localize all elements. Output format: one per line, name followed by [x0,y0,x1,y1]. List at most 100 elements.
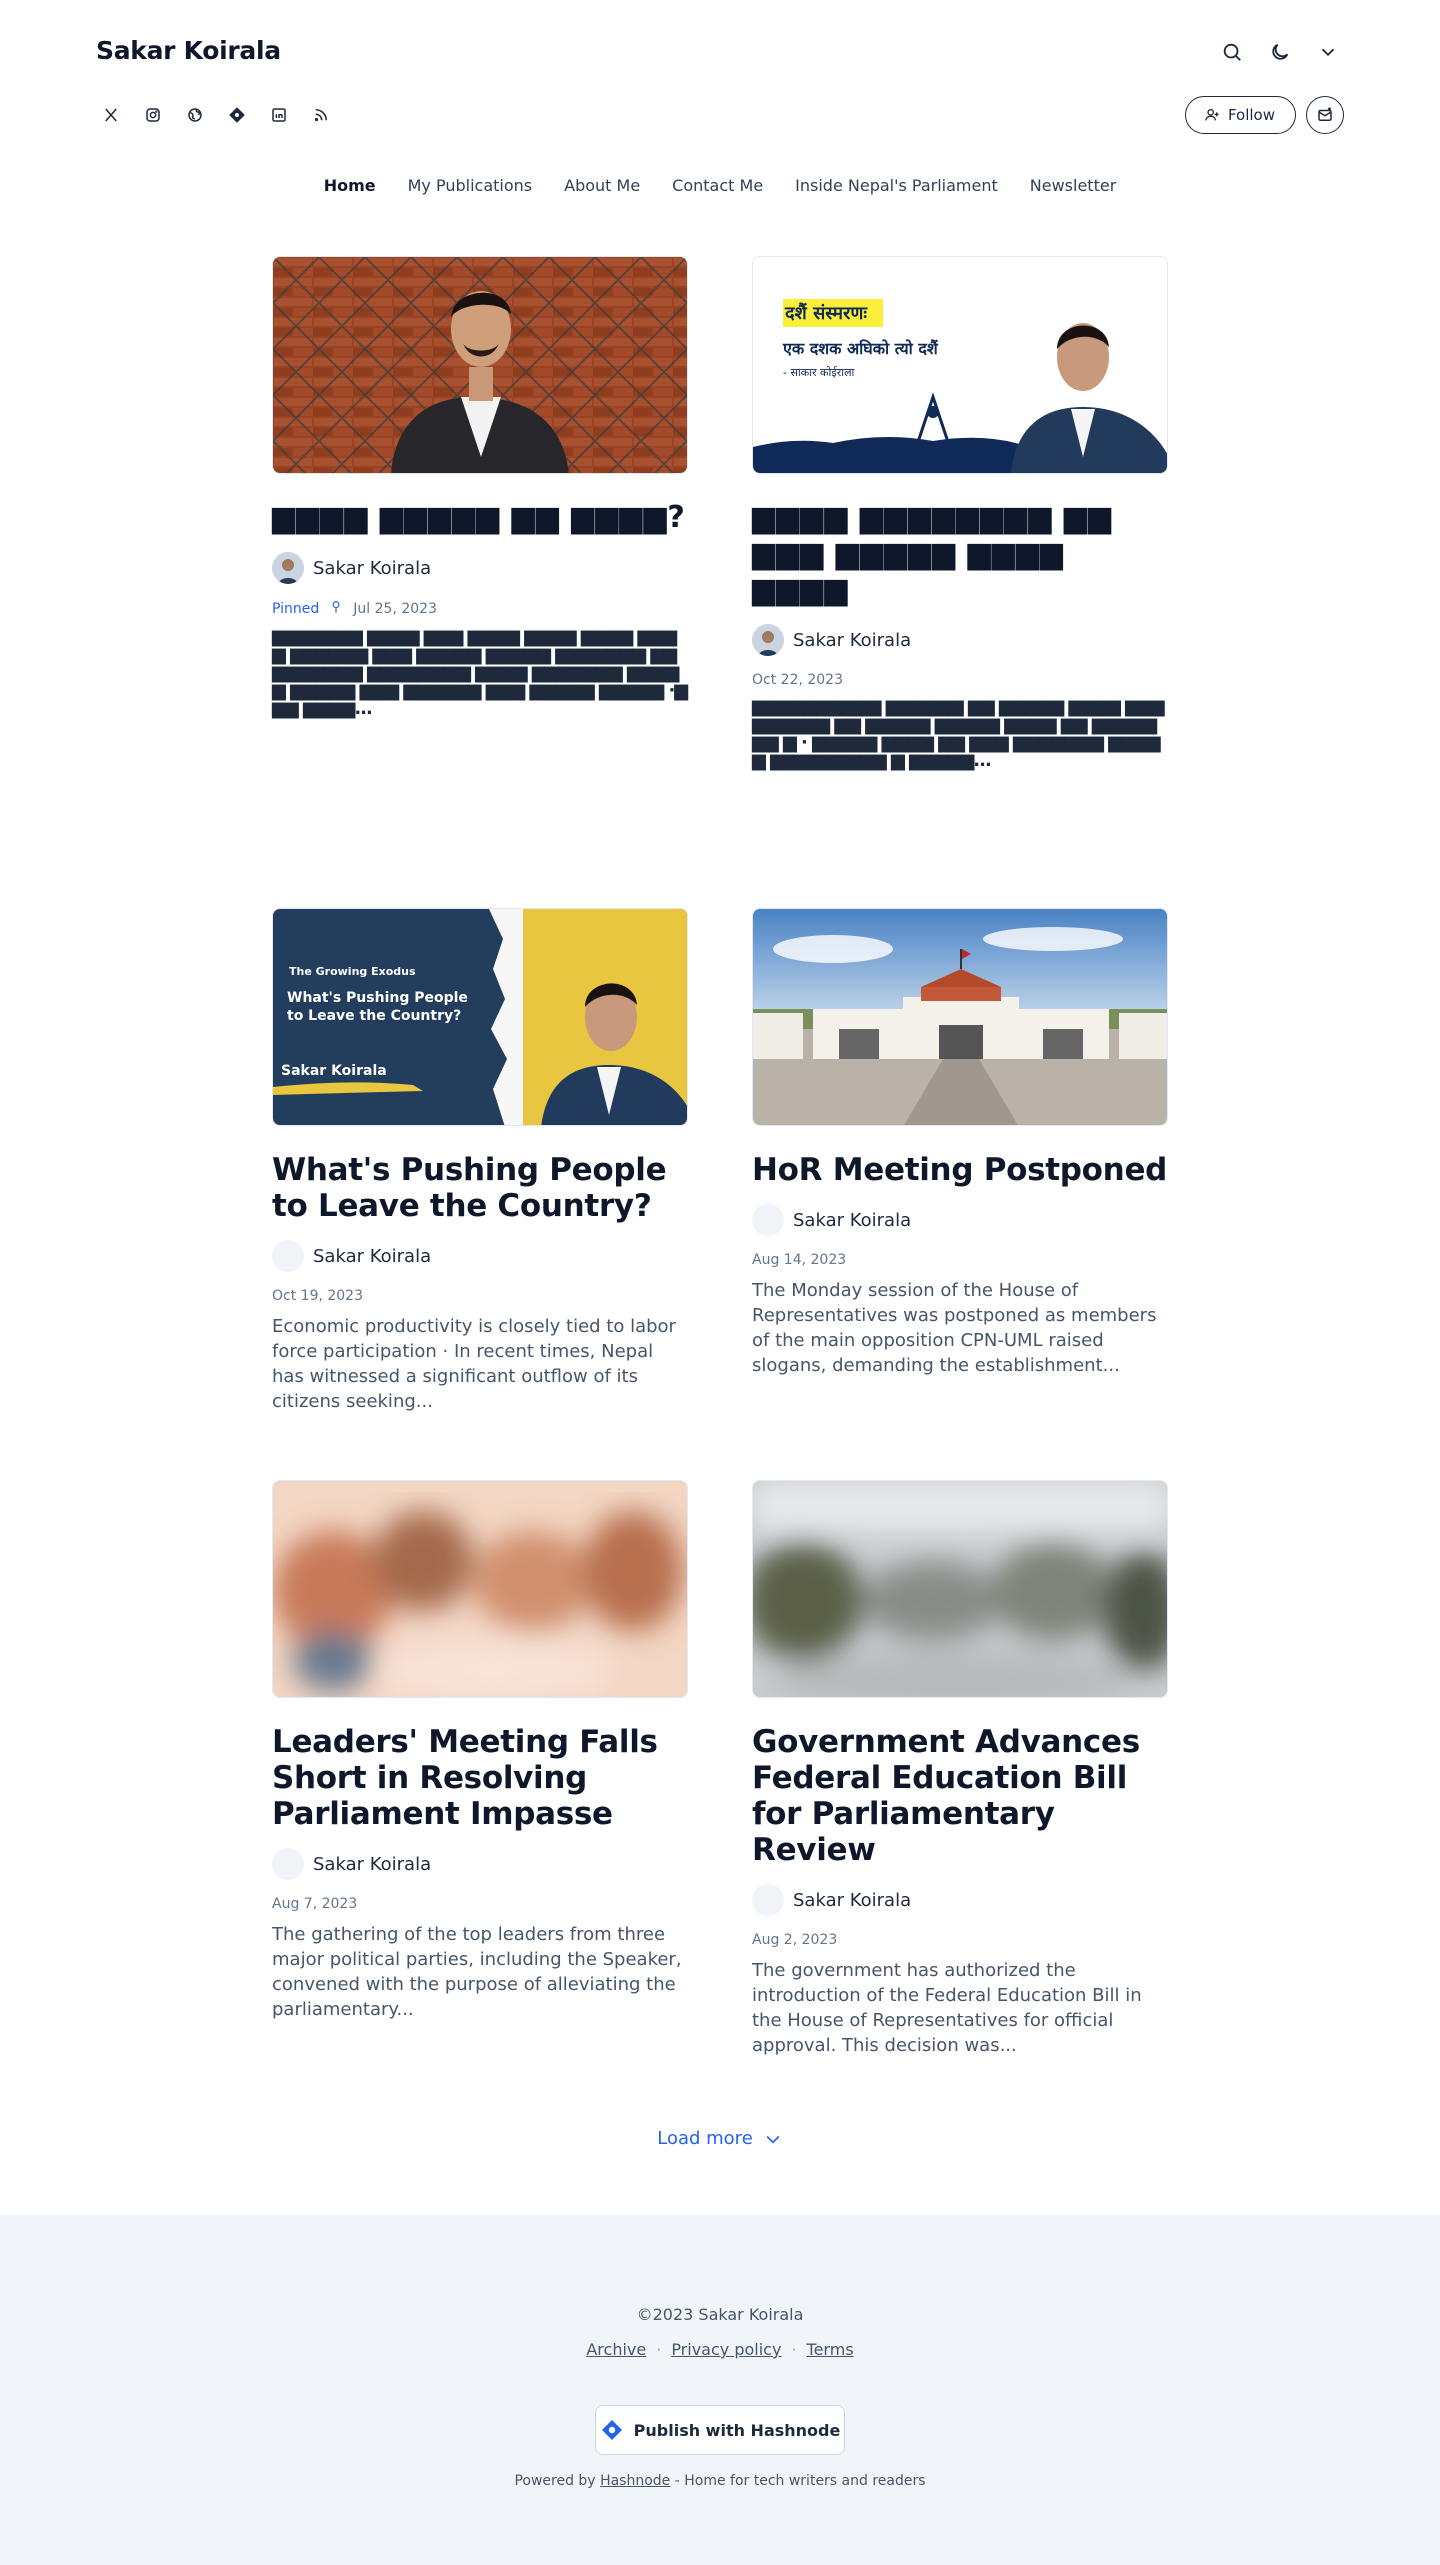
search-icon[interactable] [1216,36,1248,68]
post-title[interactable]: Government Advances Federal Education Bi… [752,1724,1168,1868]
user-plus-icon [1205,109,1219,121]
post-date: Oct 19, 2023 [272,1288,363,1304]
footer-link-terms[interactable]: Terms [807,2340,854,2359]
post-meta: Aug 14, 2023 [752,1252,1168,1268]
load-more-label: Load more [657,2128,753,2149]
post-author: Sakar Koirala [752,1204,1168,1236]
footer-link-archive[interactable]: Archive [586,2340,646,2359]
site-title[interactable]: Sakar Koirala [96,36,281,65]
x-icon[interactable] [96,100,126,130]
post-author: Sakar Koirala [752,1884,1168,1916]
post-card: HoR Meeting Postponed Sakar Koirala Aug … [752,908,1168,1418]
post-date: Aug 2, 2023 [752,1932,838,1948]
post-grid: ▆▆▆▆ ▆▆▆▆▆ ▆▆ ▆▆▆▆? Sakar Koirala Pinned… [272,256,1168,2120]
copyright: ©2023 Sakar Koirala [636,2305,804,2324]
author-name[interactable]: Sakar Koirala [313,558,431,579]
author-name[interactable]: Sakar Koirala [793,1210,911,1231]
thumb-name: Sakar Koirala [281,1063,387,1079]
post-meta: Aug 2, 2023 [752,1932,1168,1948]
site-header: Sakar Koirala Follow Home My Publication… [0,0,1440,210]
header-actions: Follow [1184,96,1344,134]
load-more-button[interactable]: Load more [0,2128,1440,2149]
chevron-down-icon [766,2135,780,2144]
post-excerpt[interactable]: The gathering of the top leaders from th… [272,1922,688,2022]
separator: · [791,2340,797,2359]
post-author: Sakar Koirala [272,1848,688,1880]
nav-home[interactable]: Home [324,176,376,195]
thumb-headline: What's Pushing People to Leave the Count… [287,990,468,1024]
post-title[interactable]: HoR Meeting Postponed [752,1152,1168,1188]
thumb-heading: दशैं संस्मरणः [785,303,868,324]
post-excerpt[interactable]: ▆▆▆▆▆▆▆▆▆▆ ▆▆▆▆▆▆ ▆▆ ▆▆▆▆▆ ▆▆▆▆ ▆▆▆ ▆▆▆▆… [752,698,1168,770]
post-card: The Growing Exodus What's Pushing People… [272,908,688,1418]
post-cover-image[interactable]: दशैं संस्मरणः एक दशक अघिको त्यो दशैं - स… [752,256,1168,474]
post-excerpt[interactable]: ▆▆▆▆▆▆▆ ▆▆▆▆ ▆▆▆ ▆▆▆▆ ▆▆▆▆ ▆▆▆▆ ▆▆▆▆ ▆▆▆… [272,628,688,718]
post-cover-image[interactable] [752,1480,1168,1698]
post-cover-image[interactable]: The Growing Exodus What's Pushing People… [272,908,688,1126]
post-meta: Pinned Jul 25, 2023 [272,600,688,618]
post-title[interactable]: ▆▆▆▆ ▆▆▆▆▆▆▆▆ ▆▆ ▆▆▆ ▆▆▆▆▆ ▆▆▆▆ ▆▆▆▆ [752,500,1168,608]
chevron-down-icon[interactable] [1312,36,1344,68]
hashnode-icon[interactable] [222,100,252,130]
post-cover-image[interactable] [272,256,688,474]
post-card: दशैं संस्मरणः एक दशक अघिको त्यो दशैं - स… [752,256,1168,846]
site-footer: ©2023 Sakar Koirala Archive · Privacy po… [0,2215,1440,2565]
nav-about-me[interactable]: About Me [564,176,640,195]
author-name[interactable]: Sakar Koirala [313,1854,431,1875]
post-title[interactable]: What's Pushing People to Leave the Count… [272,1152,688,1224]
post-author: Sakar Koirala [272,1240,688,1272]
publish-with-hashnode-button[interactable]: Publish with Hashnode [595,2405,845,2455]
instagram-icon[interactable] [138,100,168,130]
post-date: Aug 14, 2023 [752,1252,847,1268]
post-excerpt[interactable]: The Monday session of the House of Repre… [752,1278,1168,1378]
moon-icon[interactable] [1264,36,1296,68]
post-card: Government Advances Federal Education Bi… [752,1480,1168,2058]
nav-contact-me[interactable]: Contact Me [672,176,763,195]
avatar[interactable] [272,552,304,584]
author-name[interactable]: Sakar Koirala [793,1890,911,1911]
hashnode-icon [601,2420,622,2440]
globe-icon[interactable] [180,100,210,130]
publish-label: Publish with Hashnode [633,2420,841,2440]
post-meta: Oct 22, 2023 [752,672,1168,688]
post-cover-image[interactable] [272,1480,688,1698]
post-card: ▆▆▆▆ ▆▆▆▆▆ ▆▆ ▆▆▆▆? Sakar Koirala Pinned… [272,256,688,846]
post-date: Jul 25, 2023 [353,601,437,617]
footer-link-privacy-policy[interactable]: Privacy policy [671,2340,781,2359]
nav-newsletter[interactable]: Newsletter [1030,176,1117,195]
newsletter-mail-button[interactable] [1306,96,1344,134]
post-excerpt[interactable]: Economic productivity is closely tied to… [272,1314,688,1414]
powered-suffix: - Home for tech writers and readers [674,2473,926,2489]
avatar[interactable] [272,1240,304,1272]
avatar[interactable] [752,1204,784,1236]
post-card: Leaders' Meeting Falls Short in Resolvin… [272,1480,688,2058]
follow-button[interactable]: Follow [1184,96,1296,134]
pinned-badge: Pinned [272,601,320,617]
linkedin-icon[interactable] [264,100,294,130]
author-name[interactable]: Sakar Koirala [313,1246,431,1267]
rss-icon[interactable] [306,100,336,130]
thumb-line: एक दशक अघिको त्यो दशैं [783,339,938,358]
powered-prefix: Powered by [514,2473,596,2489]
social-links [96,100,336,130]
author-name[interactable]: Sakar Koirala [793,630,911,651]
post-cover-image[interactable] [752,908,1168,1126]
avatar[interactable] [752,1884,784,1916]
avatar[interactable] [752,624,784,656]
post-title[interactable]: ▆▆▆▆ ▆▆▆▆▆ ▆▆ ▆▆▆▆? [272,500,688,536]
nav-inside-nepals-parliament[interactable]: Inside Nepal's Parliament [795,176,998,195]
post-excerpt[interactable]: The government has authorized the introd… [752,1958,1168,2058]
post-author: Sakar Koirala [272,552,688,584]
post-date: Aug 7, 2023 [272,1896,358,1912]
post-meta: Oct 19, 2023 [272,1288,688,1304]
main-nav: Home My Publications About Me Contact Me… [0,176,1440,195]
nav-my-publications[interactable]: My Publications [408,176,533,195]
hashnode-link[interactable]: Hashnode [600,2473,670,2489]
post-title[interactable]: Leaders' Meeting Falls Short in Resolvin… [272,1724,688,1832]
thumb-kicker: The Growing Exodus [289,965,416,978]
thumb-byline: - साकार कोईराला [783,366,855,379]
powered-by: Powered by Hashnode - Home for tech writ… [0,2473,1440,2489]
post-meta: Aug 7, 2023 [272,1896,688,1912]
header-toolbar [1216,36,1344,68]
avatar[interactable] [272,1848,304,1880]
